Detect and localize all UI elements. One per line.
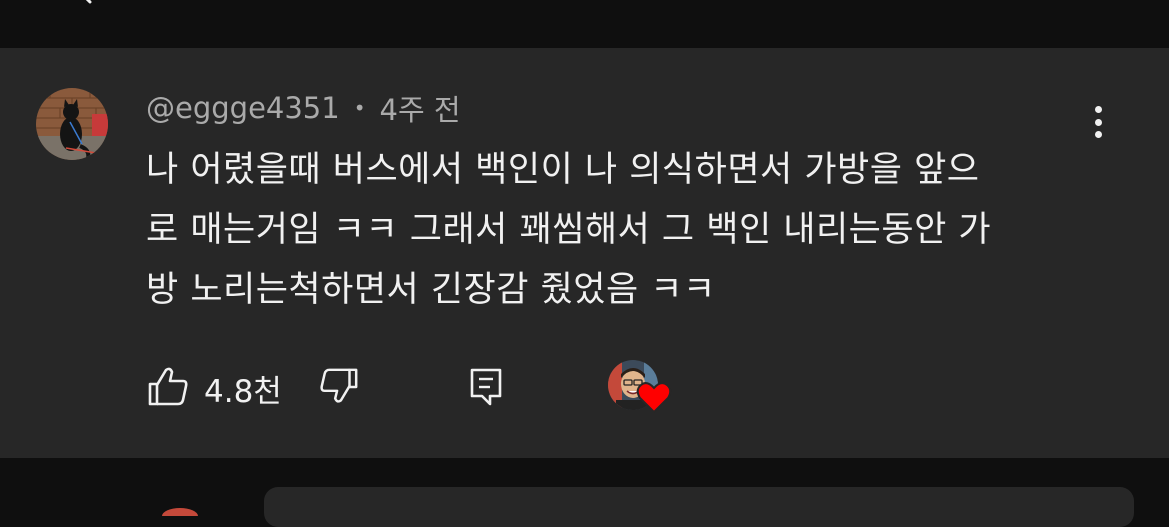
more-dot: [1094, 118, 1102, 126]
comment-text-line: 나 어렸을때 버스에서 백인이 나 의식하면서 가방을 앞으: [146, 150, 980, 190]
thumbs-up-icon[interactable]: [146, 364, 190, 408]
comment-actions: 4.8천: [146, 358, 706, 414]
avatar[interactable]: [36, 88, 108, 160]
comment-card: @eggge4351 • 4주 전 나 어렸을때 버스에서 백인이 나 의식하면…: [0, 48, 1169, 458]
more-options-button[interactable]: [1082, 102, 1114, 142]
comment-text-line: 로 매는거임 ㅋㅋ 그래서 꽤씸해서 그 백인 내리는동안 가: [146, 210, 992, 250]
comment-author[interactable]: @eggge4351: [146, 91, 340, 125]
heart-icon: [636, 382, 672, 414]
back-arrow-icon[interactable]: [78, 0, 100, 6]
comment-meta: @eggge4351 • 4주 전: [146, 88, 461, 128]
add-reply-field[interactable]: [264, 487, 1134, 527]
top-bar: [0, 0, 1169, 48]
black-cat-avatar-icon: [36, 88, 108, 160]
meta-separator: •: [353, 96, 366, 120]
bottom-area: [0, 458, 1169, 527]
creator-heart[interactable]: [608, 360, 674, 416]
more-vertical-icon: [1094, 106, 1102, 113]
reply-comment-icon[interactable]: [468, 366, 508, 408]
thumbs-down-icon[interactable]: [318, 366, 360, 408]
like-count: 4.8천: [204, 374, 282, 410]
more-dot: [1094, 131, 1102, 138]
comment-text: 나 어렸을때 버스에서 백인이 나 의식하면서 가방을 앞으 로 매는거임 ㅋㅋ…: [146, 140, 1081, 320]
comment-time[interactable]: 4주 전: [380, 87, 461, 129]
toolbar-icons-fragment[interactable]: [1062, 0, 1112, 4]
comment-text-line: 방 노리는척하면서 긴장감 줬었음 ㅋㅋ: [146, 270, 716, 310]
